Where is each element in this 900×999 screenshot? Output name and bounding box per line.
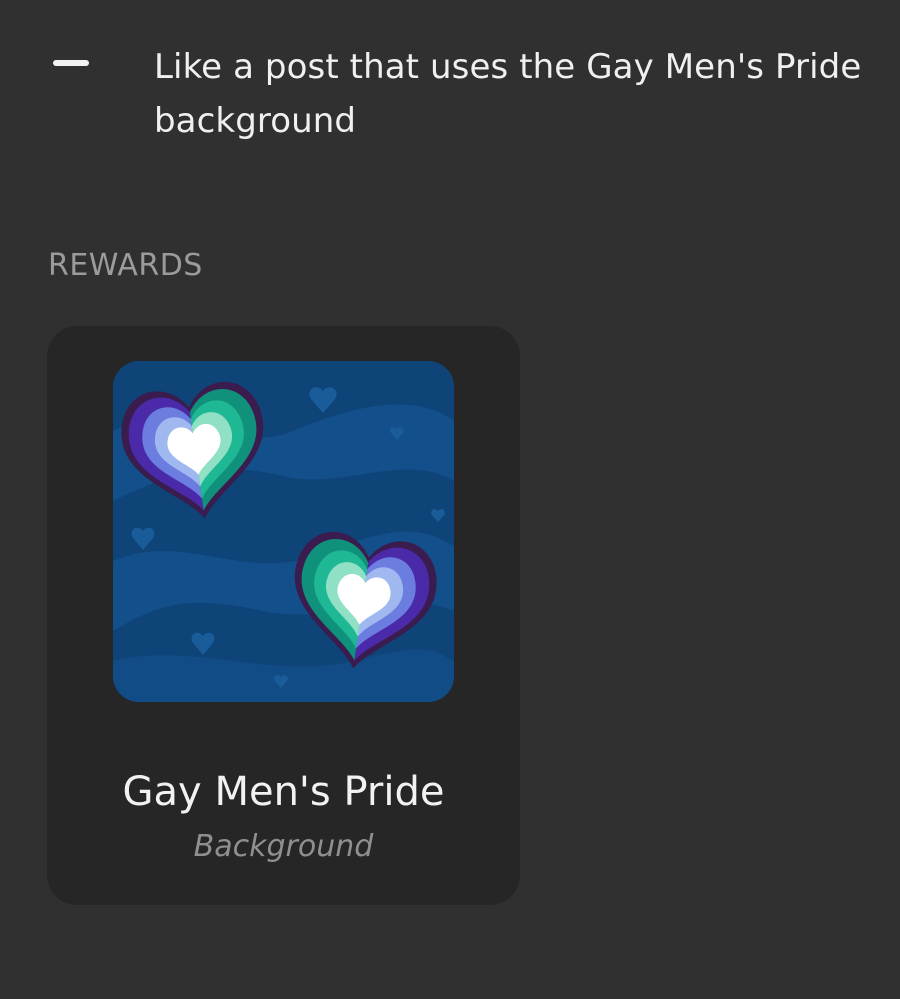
reward-card[interactable]: Gay Men's Pride Background xyxy=(47,326,520,905)
rewards-section-label: REWARDS xyxy=(48,248,203,283)
pride-hearts-image xyxy=(113,361,454,702)
dash-icon xyxy=(53,60,89,66)
task-detail-page: Like a post that uses the Gay Men's Prid… xyxy=(0,0,900,999)
task-row: Like a post that uses the Gay Men's Prid… xyxy=(0,0,900,160)
task-description: Like a post that uses the Gay Men's Prid… xyxy=(154,47,862,141)
reward-thumbnail xyxy=(113,361,454,702)
reward-type: Background xyxy=(193,829,374,864)
reward-name: Gay Men's Pride xyxy=(122,769,445,815)
